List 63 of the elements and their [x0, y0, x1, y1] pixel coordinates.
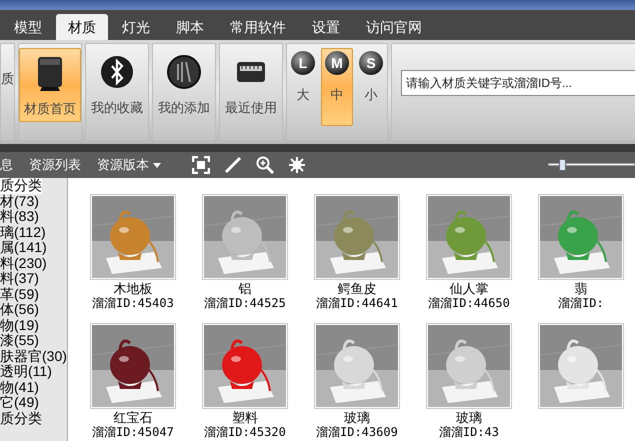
size-badge: L — [291, 51, 315, 75]
material-id: 溜溜ID:44650 — [428, 296, 510, 310]
material-name: 翡 — [574, 282, 588, 296]
category-item[interactable]: 质分类 — [0, 178, 42, 194]
category-item[interactable]: 料(83) — [0, 209, 39, 224]
material-name: 玻璃 — [456, 411, 482, 425]
size-badge: M — [325, 51, 349, 75]
tab[interactable]: 常用软件 — [218, 14, 298, 40]
material-name: 红宝石 — [113, 411, 152, 425]
material-name: 仙人掌 — [449, 282, 488, 296]
category-item[interactable]: 体(56) — [0, 302, 39, 318]
material-name: 玻璃 — [344, 411, 370, 425]
size-button[interactable]: L 大 — [287, 48, 319, 126]
size-label: 中 — [330, 86, 344, 104]
toolbar-menu[interactable]: 息 — [0, 155, 13, 175]
material-id: 溜溜ID:43 — [438, 425, 499, 439]
tab[interactable]: 材质 — [56, 14, 108, 40]
search-field[interactable]: 请输入材质关键字或溜溜ID号... — [401, 70, 635, 96]
fullscreen-icon[interactable] — [192, 156, 210, 174]
category-item[interactable]: 物(19) — [0, 318, 39, 333]
ribbon-button[interactable]: 材质首页 — [19, 48, 81, 122]
material-id: 溜溜ID:44525 — [204, 296, 286, 310]
tab[interactable]: 模型 — [2, 14, 54, 40]
category-item[interactable]: 革(59) — [0, 286, 39, 302]
tab[interactable]: 脚本 — [164, 14, 216, 40]
settings-icon[interactable] — [288, 156, 306, 174]
size-button[interactable]: M 中 — [321, 48, 353, 126]
zoom-in-icon[interactable] — [256, 156, 274, 174]
toolbar-menu[interactable]: 资源版本 — [97, 155, 161, 175]
size-label: 大 — [296, 86, 310, 104]
material-id: 溜溜ID:45403 — [92, 296, 174, 310]
size-badge: S — [359, 51, 383, 75]
category-item[interactable]: 璃(112) — [0, 224, 46, 240]
toolbar-menu[interactable]: 资源列表 — [29, 155, 81, 175]
tab[interactable]: 访问官网 — [354, 14, 434, 40]
category-item[interactable]: 透明(11) — [0, 364, 52, 380]
category-item[interactable]: 肤器官(30) — [0, 348, 67, 364]
slider-thumb[interactable] — [559, 159, 566, 171]
category-item[interactable]: 漆(55) — [0, 333, 39, 348]
material-name: 铝 — [238, 282, 252, 296]
disc-icon — [164, 52, 204, 92]
material-name: 鳄鱼皮 — [337, 282, 376, 296]
category-item[interactable]: 材(73) — [0, 194, 39, 209]
category-item[interactable]: 质分类 — [0, 410, 42, 426]
category-item[interactable]: 物(41) — [0, 380, 39, 395]
brush-icon[interactable] — [224, 156, 242, 174]
caret-icon — [153, 162, 161, 168]
category-item[interactable]: 料(230) — [0, 256, 47, 271]
tab[interactable]: 设置 — [300, 14, 352, 40]
button-label: 质 — [1, 70, 14, 88]
size-label: 小 — [364, 86, 378, 104]
material-id: 溜溜ID:44641 — [316, 296, 398, 310]
material-id: 溜溜ID:45320 — [204, 425, 286, 439]
category-item[interactable]: 属(141) — [0, 240, 47, 256]
material-id: 溜溜ID: — [558, 296, 604, 310]
category-item[interactable]: 料(37) — [0, 271, 39, 286]
material-name: 塑料 — [232, 411, 258, 425]
tab[interactable]: 灯光 — [110, 14, 162, 40]
material-name: 木地板 — [113, 282, 152, 296]
material-id: 溜溜ID:43609 — [316, 425, 398, 439]
size-button[interactable]: S 小 — [355, 48, 387, 126]
material-id: 溜溜ID:45047 — [92, 425, 174, 439]
category-item[interactable]: 它(49) — [0, 395, 39, 410]
